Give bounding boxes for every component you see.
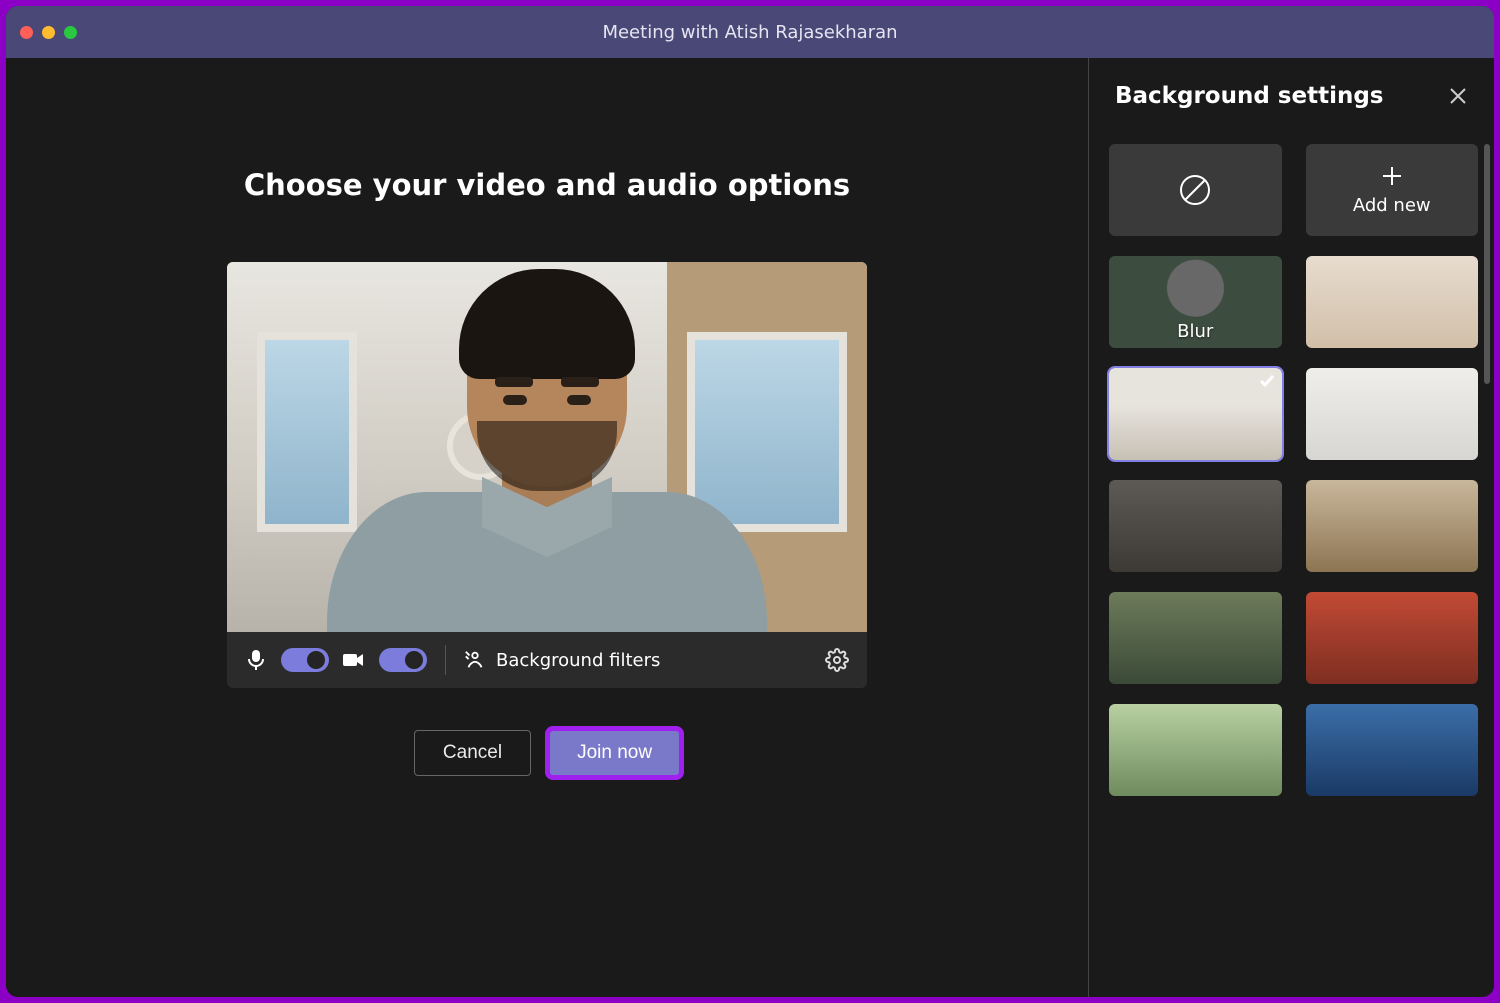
add-new-label: Add new [1353,195,1431,216]
blur-label: Blur [1109,321,1282,342]
window-title: Meeting with Atish Rajasekharan [6,22,1494,43]
background-filters-button[interactable]: Background filters [464,649,660,671]
panel-header: Background settings [1089,58,1494,134]
none-icon [1178,173,1212,207]
background-option-none[interactable] [1109,144,1282,236]
camera-toggle[interactable] [379,648,427,672]
background-settings-panel: Background settings [1089,58,1494,997]
titlebar: Meeting with Atish Rajasekharan [6,6,1494,58]
background-filters-label: Background filters [496,650,660,671]
background-option-blur[interactable]: Blur [1109,256,1282,348]
pre-join-panel: Choose your video and audio options [6,58,1089,997]
microphone-icon [245,649,267,671]
scrollbar[interactable] [1484,144,1490,384]
background-option-room-2[interactable] [1109,368,1282,460]
microphone-toggle[interactable] [281,648,329,672]
content-area: Choose your video and audio options [6,58,1494,997]
action-buttons: Cancel Join now [414,730,680,776]
background-option-room-5[interactable] [1306,480,1479,572]
minimize-window-button[interactable] [42,26,55,39]
window-controls [20,26,77,39]
panel-title: Background settings [1115,83,1384,109]
background-option-room-8[interactable] [1109,704,1282,796]
camera-icon [343,649,365,671]
close-panel-button[interactable] [1448,86,1468,106]
camera-person [327,272,767,632]
maximize-window-button[interactable] [64,26,77,39]
device-settings-button[interactable] [825,648,849,672]
join-now-button[interactable]: Join now [549,730,680,776]
background-option-room-7[interactable] [1306,592,1479,684]
background-option-room-6[interactable] [1109,592,1282,684]
app-window: Meeting with Atish Rajasekharan Choose y… [6,6,1494,997]
background-grid: Add new Blur [1109,144,1478,796]
background-grid-scroll[interactable]: Add new Blur [1089,134,1494,997]
page-heading: Choose your video and audio options [244,168,850,202]
filters-icon [464,649,486,671]
video-preview [227,262,867,632]
check-icon [1258,372,1276,390]
plus-icon [1381,165,1403,187]
video-preview-card: Background filters [227,262,867,688]
background-option-room-1[interactable] [1306,256,1479,348]
close-window-button[interactable] [20,26,33,39]
cancel-button[interactable]: Cancel [414,730,531,776]
background-option-room-9[interactable] [1306,704,1479,796]
background-option-add-new[interactable]: Add new [1306,144,1479,236]
background-option-room-3[interactable] [1306,368,1479,460]
background-option-room-4[interactable] [1109,480,1282,572]
av-controls-bar: Background filters [227,632,867,688]
divider [445,645,446,675]
